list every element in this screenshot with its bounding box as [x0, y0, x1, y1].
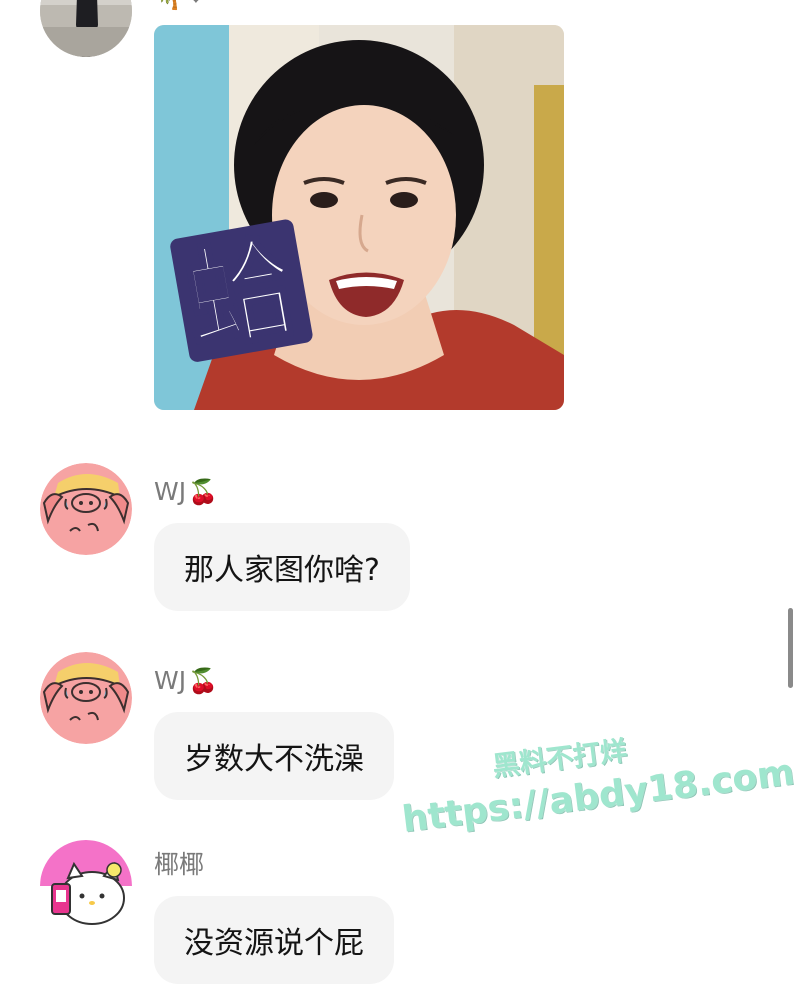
sender-name-text: 椰椰	[154, 850, 205, 879]
message-text: 岁数大不洗澡	[184, 742, 364, 777]
sender-name: 椰椰	[154, 850, 204, 880]
watermark-title: 黑料不打烊	[490, 735, 629, 783]
message-bubble[interactable]: 没资源说个屁	[154, 896, 394, 984]
sender-name-text: WJ	[154, 666, 187, 695]
sticker-caption: 蛤	[176, 222, 307, 367]
laughing-woman-sticker-icon: 蛤	[154, 25, 564, 410]
message-text: 那人家图你啥?	[184, 553, 380, 588]
message-text: 没资源说个屁	[184, 926, 364, 961]
cherry-icon: 🍒	[188, 667, 218, 695]
sticker-image[interactable]: 蛤	[154, 25, 564, 410]
sender-avatar[interactable]	[40, 840, 132, 932]
sender-name-text: WJ	[154, 477, 187, 506]
pig-avatar-icon	[40, 652, 132, 744]
sender-avatar[interactable]	[40, 652, 132, 744]
sender-name: WJ🍒	[154, 477, 218, 507]
photo-avatar-icon	[40, 0, 132, 57]
sender-avatar[interactable]	[40, 0, 132, 57]
watermark-url: https://abdy18.com	[400, 751, 797, 841]
message-bubble[interactable]: 岁数大不洗澡	[154, 712, 394, 800]
cherry-icon: 🍒	[188, 478, 218, 506]
sender-avatar[interactable]	[40, 463, 132, 555]
sender-emoji: 🌴❤	[156, 0, 206, 11]
pig-avatar-icon	[40, 463, 132, 555]
scrollbar-thumb[interactable]	[788, 608, 793, 688]
message-bubble[interactable]: 那人家图你啥?	[154, 523, 410, 611]
kitty-avatar-icon	[40, 840, 132, 932]
sender-name: 🌴❤	[154, 0, 206, 12]
sender-name: WJ🍒	[154, 666, 218, 696]
